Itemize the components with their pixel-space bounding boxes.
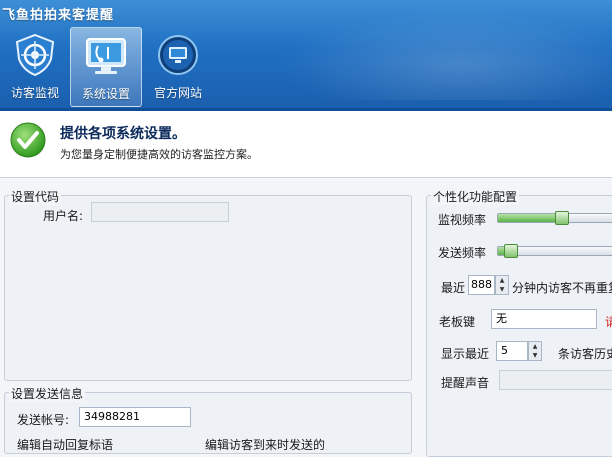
top-banner: 飞鱼拍拍来客提醒 访客监视 系统设置 官方网站 <box>0 0 612 110</box>
nav-label: 系统设置 <box>81 87 130 101</box>
app-title: 飞鱼拍拍来客提醒 <box>2 8 115 23</box>
send-frequency-label: 发送频率 <box>438 246 487 260</box>
monitor-frequency-label: 监视频率 <box>438 213 487 227</box>
boss-key-hint: 请 <box>605 315 612 329</box>
recent-suffix-label: 分钟内访客不再重复 <box>512 281 612 295</box>
show-recent-spinner[interactable]: ▲ ▼ <box>528 341 542 361</box>
nav-visitor-monitor[interactable]: 访客监视 <box>0 27 70 105</box>
send-account-label: 发送帐号: <box>17 413 70 427</box>
monitor-settings-icon <box>86 38 126 74</box>
edit-visitor-message-link[interactable]: 编辑访客到来时发送的 <box>205 436 325 453</box>
show-recent-input[interactable] <box>496 341 528 361</box>
info-header: 提供各项系统设置。 为您量身定制便捷高效的访客监控方案。 <box>0 111 612 178</box>
nav-official-website[interactable]: 官方网站 <box>143 27 213 105</box>
boss-key-label: 老板键 <box>439 315 476 329</box>
alert-sound-field[interactable] <box>499 370 612 390</box>
check-circle-icon <box>10 122 46 158</box>
spin-down-icon[interactable]: ▼ <box>496 285 508 294</box>
nav-label: 官方网站 <box>153 86 202 100</box>
show-recent-suffix-label: 条访客历史 <box>558 347 612 361</box>
username-input[interactable] <box>91 202 229 222</box>
edit-auto-reply-link[interactable]: 编辑自动回复标语 <box>17 436 113 453</box>
send-account-input[interactable] <box>79 407 191 427</box>
send-frequency-slider[interactable] <box>497 244 612 258</box>
page-subtitle: 为您量身定制便捷高效的访客监控方案。 <box>60 148 258 161</box>
nav-label: 访客监视 <box>10 86 59 100</box>
shield-target-icon <box>15 33 55 77</box>
nav-system-settings[interactable]: 系统设置 <box>70 27 142 107</box>
send-info-legend: 设置发送信息 <box>9 385 86 402</box>
recent-prefix-label: 最近 <box>441 281 466 295</box>
monitor-frequency-slider[interactable] <box>497 211 612 225</box>
alert-sound-label: 提醒声音 <box>441 376 490 390</box>
spin-up-icon[interactable]: ▲ <box>529 342 541 351</box>
settings-code-legend: 设置代码 <box>9 188 62 205</box>
spin-down-icon[interactable]: ▼ <box>529 351 541 360</box>
monitor-frequency-fill <box>498 214 562 222</box>
page-title: 提供各项系统设置。 <box>60 126 186 142</box>
settings-code-panel: 设置代码 用户名: <box>4 188 412 381</box>
send-frequency-thumb[interactable] <box>503 244 518 258</box>
username-label: 用户名: <box>43 209 84 223</box>
personalization-panel: 个性化功能配置 监视频率 发送频率 最近 ▲ ▼ 分钟内访客不再重复 老板键 请… <box>426 188 612 457</box>
send-info-panel: 设置发送信息 发送帐号: 编辑自动回复标语 编辑访客到来时发送的 <box>4 385 412 454</box>
spin-up-icon[interactable]: ▲ <box>496 276 508 285</box>
recent-minutes-spinner[interactable]: ▲ ▼ <box>495 275 509 295</box>
show-recent-prefix-label: 显示最近 <box>441 347 490 361</box>
boss-key-input[interactable] <box>491 309 597 329</box>
recent-minutes-input[interactable] <box>468 275 495 295</box>
globe-monitor-icon <box>158 35 198 75</box>
monitor-frequency-thumb[interactable] <box>555 211 569 225</box>
personalization-legend: 个性化功能配置 <box>431 188 520 205</box>
